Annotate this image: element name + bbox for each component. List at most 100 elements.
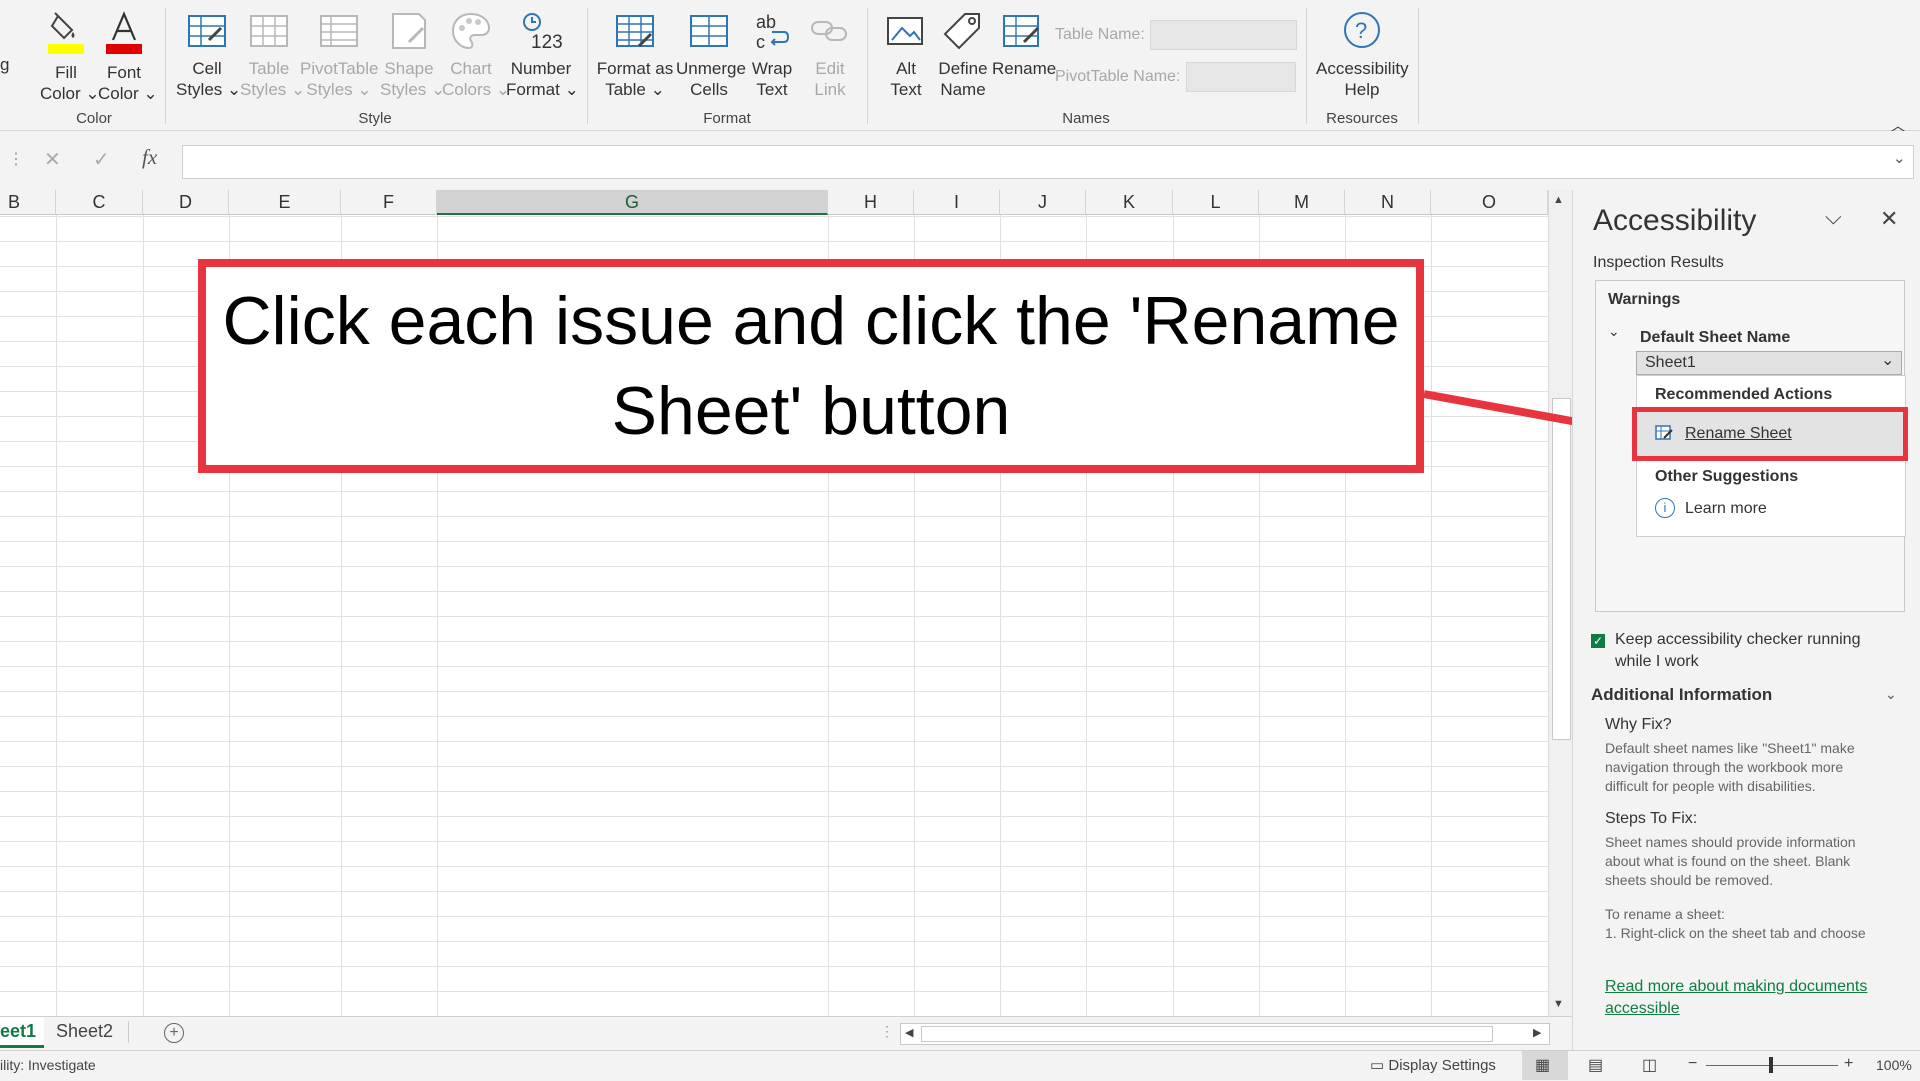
table-name-input[interactable] [1150, 20, 1297, 50]
column-header-L[interactable]: L [1173, 190, 1259, 215]
column-header-O[interactable]: O [1431, 190, 1548, 215]
chart-colors-button[interactable]: Chart Colors ⌄ [442, 6, 510, 100]
scroll-down-icon[interactable]: ▼ [1553, 998, 1564, 1010]
formula-bar: ⋮ ✕ ✓ fx ⌄ [0, 131, 1920, 191]
paint-bucket-icon [48, 12, 84, 54]
column-header-B[interactable]: B [0, 190, 56, 215]
rename-sheet-menu-item[interactable]: Rename Sheet [1632, 407, 1908, 461]
sheet1-issue-item[interactable]: Sheet1 ⌄ [1636, 351, 1902, 375]
read-more-link-line2[interactable]: accessible [1605, 1000, 1680, 1018]
svg-text:ab: ab [756, 12, 776, 32]
chevron-down-icon[interactable]: ⌄ [1885, 686, 1897, 703]
column-header-D[interactable]: D [143, 190, 229, 215]
alt-text-button[interactable]: Alt Text [880, 6, 932, 100]
column-header-M[interactable]: M [1259, 190, 1345, 215]
tag-icon [943, 13, 980, 50]
pane-title: Accessibility [1593, 204, 1757, 237]
additional-information-header[interactable]: Additional Information [1591, 685, 1772, 705]
grip-icon: ⋮ [880, 1023, 894, 1039]
accessibility-status[interactable]: ility: Investigate [0, 1057, 96, 1073]
group-label-names: Names [1062, 110, 1110, 127]
scroll-right-icon[interactable]: ▶ [1533, 1026, 1541, 1039]
rename-button[interactable]: Rename [992, 6, 1056, 79]
formula-input[interactable] [182, 145, 1914, 179]
column-header-K[interactable]: K [1086, 190, 1173, 215]
scroll-up-icon[interactable]: ▲ [1553, 194, 1564, 206]
fill-color-button[interactable]: Fill Color ⌄ [40, 6, 100, 104]
column-header-G[interactable]: G [437, 190, 828, 215]
column-header-N[interactable]: N [1345, 190, 1431, 215]
zoom-level[interactable]: 100% [1876, 1057, 1912, 1073]
cell-styles-icon [188, 15, 226, 47]
font-color-button[interactable]: Font Color ⌄ [98, 6, 158, 104]
grid-line [143, 215, 144, 1016]
unmerge-cells-button[interactable]: Unmerge Cells [676, 6, 746, 100]
read-more-link-line1[interactable]: Read more about making documents [1605, 978, 1867, 996]
svg-text:c: c [756, 32, 765, 52]
format-as-table-button[interactable]: Format as Table ⌄ [596, 6, 674, 100]
zoom-out-button[interactable]: − [1688, 1055, 1697, 1073]
page-layout-view-icon[interactable]: ▤ [1588, 1055, 1603, 1075]
chevron-down-icon: ⌄ [143, 84, 158, 103]
horizontal-scroll-thumb[interactable] [921, 1026, 1493, 1042]
pivottable-styles-button[interactable]: PivotTable Styles ⌄ [300, 6, 378, 100]
pivottable-name-label: PivotTable Name: [1055, 68, 1181, 85]
learn-more-menu-item[interactable]: i Learn more [1637, 492, 1903, 528]
display-settings-button[interactable]: ▭ Display Settings [1370, 1056, 1496, 1074]
issue-actions-menu: Recommended Actions Rename Sheet Other S… [1632, 375, 1908, 537]
accessibility-help-button[interactable]: ? Accessibility Help [1316, 6, 1409, 100]
cancel-icon[interactable]: ✕ [44, 147, 61, 172]
group-separator [1306, 8, 1307, 124]
group-label-style: Style [358, 110, 392, 127]
zoom-in-button[interactable]: + [1844, 1055, 1853, 1073]
table-styles-button[interactable]: Table Styles ⌄ [240, 6, 305, 100]
vertical-scrollbar[interactable]: ▲ ▼ [1548, 190, 1573, 1016]
rename-sheet-label: Rename Sheet [1685, 425, 1792, 442]
add-sheet-icon[interactable]: + [164, 1023, 184, 1043]
default-sheet-name-issue[interactable]: Default Sheet Name [1640, 329, 1790, 347]
define-name-button[interactable]: Define Name [936, 6, 990, 100]
close-icon[interactable]: ✕ [1880, 206, 1898, 232]
sheet-tab-sheet2[interactable]: Sheet2 [56, 1021, 113, 1042]
instruction-callout: Click each issue and click the 'Rename S… [198, 259, 1424, 473]
pane-options-chevron-icon[interactable]: ⌵ [1825, 204, 1842, 230]
sheet-tab-bar: eet1 Sheet2 + ⋮ ◀ ▶ [0, 1016, 1572, 1051]
column-header-F[interactable]: F [341, 190, 437, 215]
column-header-H[interactable]: H [828, 190, 914, 215]
scroll-left-icon[interactable]: ◀ [905, 1026, 913, 1039]
edit-link-button[interactable]: Edit Link [804, 6, 856, 100]
insert-function-icon[interactable]: fx [142, 145, 157, 170]
wrap-text-button[interactable]: ab c Wrap Text [746, 6, 798, 100]
page-break-view-icon[interactable]: ◫ [1642, 1055, 1657, 1075]
number-format-button[interactable]: 123 Number Format ⌄ [506, 6, 579, 100]
expand-chevron-icon[interactable]: ⌄ [1608, 323, 1620, 340]
cell-styles-button[interactable]: Cell Styles ⌄ [176, 6, 241, 100]
number-format-icon: 123 [523, 13, 563, 52]
keep-running-checkbox[interactable]: ✓ [1591, 634, 1605, 648]
chevron-down-icon: ⌄ [650, 80, 665, 99]
shape-styles-button[interactable]: Shape Styles ⌄ [380, 6, 445, 100]
chevron-down-icon: ⌄ [564, 80, 579, 99]
shape-styles-icon [392, 13, 426, 49]
status-bar: ility: Investigate ▭ Display Settings ▦ … [0, 1050, 1920, 1081]
group-separator [867, 8, 868, 124]
alt-text-icon [887, 17, 923, 45]
normal-view-button[interactable]: ▦ [1522, 1051, 1568, 1080]
expand-formula-icon[interactable]: ⌄ [1893, 149, 1906, 167]
warnings-header: Warnings [1608, 291, 1681, 308]
column-header-I[interactable]: I [914, 190, 1000, 215]
steps-text-line1: Sheet names should provide information [1605, 834, 1856, 850]
zoom-slider-thumb[interactable] [1769, 1057, 1773, 1073]
column-header-J[interactable]: J [1000, 190, 1086, 215]
rename-steps-line2: 1. Right-click on the sheet tab and choo… [1605, 925, 1866, 941]
enter-icon[interactable]: ✓ [93, 147, 110, 172]
column-header-E[interactable]: E [229, 190, 341, 215]
recommended-actions-header: Recommended Actions [1655, 386, 1833, 403]
sheet-tab-sheet1[interactable]: eet1 [0, 1017, 44, 1048]
table-styles-icon [250, 15, 288, 47]
wrap-text-icon: ab c [756, 12, 790, 52]
horizontal-scrollbar[interactable]: ◀ ▶ [900, 1023, 1550, 1045]
why-fix-text-line3: difficult for people with disabilities. [1605, 778, 1816, 794]
pivottable-name-input[interactable] [1186, 62, 1296, 92]
column-header-C[interactable]: C [56, 190, 143, 215]
